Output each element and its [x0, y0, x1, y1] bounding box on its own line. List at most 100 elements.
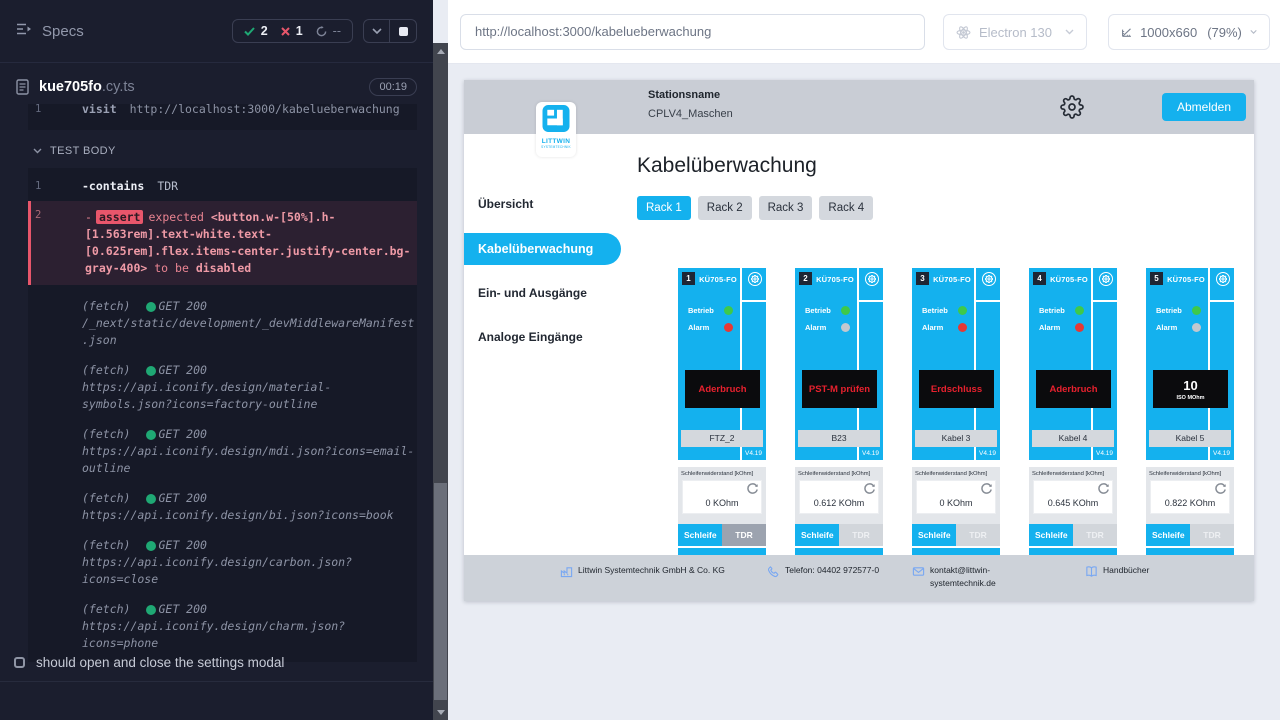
schleife-button[interactable]: Schleife — [795, 524, 839, 546]
schleife-button[interactable]: Schleife — [1029, 524, 1073, 546]
footer-item-phone: Telefon: 04402 972577-0 — [767, 564, 891, 582]
specs-toggle-icon[interactable] — [16, 22, 32, 41]
tdr-button[interactable]: TDR — [1073, 524, 1117, 546]
tdr-button[interactable]: TDR — [1190, 524, 1234, 546]
betrieb-led — [841, 306, 850, 315]
cable-label: Kabel 4 — [1032, 430, 1114, 447]
sidebar-item-2[interactable]: Kabelüberwachung — [464, 233, 621, 265]
app-main: Kabelüberwachung Rack 1Rack 2Rack 3Rack … — [618, 134, 1254, 601]
device-panel: 4 KÜ705-FO Betrieb Alarm Aderbruch Kabel… — [1029, 268, 1117, 460]
firmware-version: V4.19 — [1096, 450, 1113, 457]
scroll-down-arrow-icon[interactable] — [433, 706, 448, 718]
fetch-log-row[interactable]: (fetch) GET 200 https://api.iconify.desi… — [28, 601, 417, 652]
tab-rack-3[interactable]: Rack 3 — [759, 196, 813, 220]
betrieb-led — [958, 306, 967, 315]
pending-count: -- — [316, 24, 341, 38]
fetch-log-row[interactable]: (fetch) GET 200 /_next/static/developmen… — [28, 298, 417, 349]
card-number: 4 — [1033, 272, 1046, 285]
aut-iframe: Stationsname CPLV4_Maschen Abmelden LITT… — [464, 80, 1254, 601]
sidebar-item-3[interactable]: Ein- und Ausgänge — [478, 286, 587, 300]
refresh-icon[interactable] — [1097, 483, 1110, 496]
card-gear-icon[interactable] — [982, 272, 996, 286]
cable-label: Kabel 5 — [1149, 430, 1231, 447]
divider — [976, 300, 1000, 302]
card-model: KÜ705-FO — [1165, 275, 1207, 284]
card-model: KÜ705-FO — [814, 275, 856, 284]
cable-label: Kabel 3 — [915, 430, 997, 447]
card-gear-icon[interactable] — [1216, 272, 1230, 286]
spec-file-row[interactable]: kue705fo.cy.ts 00:19 — [16, 78, 417, 96]
logout-button[interactable]: Abmelden — [1162, 93, 1246, 121]
reporter-scrollbar[interactable] — [433, 43, 448, 720]
footer-text: Telefon: 04402 972577-0 — [785, 564, 879, 582]
mode-buttons: Schleife TDR — [795, 524, 883, 546]
card-gear-icon[interactable] — [1099, 272, 1113, 286]
assert-message: -assertexpected <button.w-[50%].h-[1.563… — [85, 209, 417, 277]
fetch-log-row[interactable]: (fetch) GET 200 https://api.iconify.desi… — [28, 426, 417, 477]
alarm-led — [958, 323, 967, 332]
footer-text: Handbücher — [1103, 564, 1149, 582]
sidebar-item-1[interactable]: Übersicht — [478, 197, 533, 211]
tab-rack-4[interactable]: Rack 4 — [819, 196, 873, 220]
footer-item-book[interactable]: Handbücher — [1085, 564, 1149, 582]
betrieb-led — [1192, 306, 1201, 315]
device-card: 3 KÜ705-FO Betrieb Alarm Erdschluss Kabe… — [912, 268, 1000, 558]
divider — [1210, 300, 1234, 302]
tdr-button[interactable]: TDR — [839, 524, 883, 546]
tab-rack-1[interactable]: Rack 1 — [637, 196, 691, 220]
chevron-down-icon — [1250, 29, 1257, 35]
measurement-value: 0.822 KOhm — [1151, 498, 1229, 508]
browser-selector[interactable]: Electron 130 — [943, 14, 1087, 50]
alarm-led — [1075, 323, 1084, 332]
alarm-led — [1192, 323, 1201, 332]
card-model: KÜ705-FO — [1048, 275, 1090, 284]
fetch-log-row[interactable]: (fetch) GET 200 https://api.iconify.desi… — [28, 362, 417, 413]
failed-assert-row[interactable]: 2 -assertexpected <button.w-[50%].h-[1.5… — [28, 201, 417, 285]
address-bar[interactable]: http://localhost:3000/kabelueberwachung — [460, 14, 925, 50]
tdr-button[interactable]: TDR — [956, 524, 1000, 546]
specs-label[interactable]: Specs — [42, 23, 84, 40]
test-body-section-header[interactable]: TEST BODY — [33, 142, 417, 160]
sidebar-item-4[interactable]: Analoge Eingänge — [478, 330, 583, 344]
app-body: Übersicht Kabelüberwachung Ein- und Ausgän… — [464, 134, 1254, 601]
mode-buttons: Schleife TDR — [912, 524, 1000, 546]
alarm-led-row: Alarm — [1156, 323, 1201, 332]
tab-rack-2[interactable]: Rack 2 — [698, 196, 752, 220]
schleife-button[interactable]: Schleife — [912, 524, 956, 546]
refresh-icon[interactable] — [863, 483, 876, 496]
card-gear-icon[interactable] — [865, 272, 879, 286]
status-ok-dot — [146, 302, 156, 312]
mode-buttons: Schleife TDR — [1029, 524, 1117, 546]
queued-test-row[interactable]: should open and close the settings modal — [14, 655, 421, 670]
stop-button[interactable] — [390, 20, 416, 42]
collapse-runs-button[interactable] — [364, 20, 390, 42]
alarm-led — [724, 323, 733, 332]
refresh-icon[interactable] — [980, 483, 993, 496]
refresh-icon[interactable] — [1214, 483, 1227, 496]
fetch-log-row[interactable]: (fetch) GET 200 https://api.iconify.desi… — [28, 490, 417, 524]
scrollbar-thumb[interactable] — [434, 483, 447, 700]
aut-stage: Stationsname CPLV4_Maschen Abmelden LITT… — [448, 64, 1280, 720]
footer-item-email[interactable]: kontakt@littwin-systemtechnik.de — [912, 564, 1025, 590]
schleife-button[interactable]: Schleife — [678, 524, 722, 546]
measurement-label: Schleifenwiderstand [kOhm] — [1029, 471, 1117, 477]
firmware-version: V4.19 — [745, 450, 762, 457]
measurement-value: 0 KOhm — [917, 498, 995, 508]
fetch-log-row[interactable]: (fetch) GET 200 https://api.iconify.desi… — [28, 537, 417, 588]
contains-command-row[interactable]: 1 -containsTDR — [28, 174, 417, 199]
factory-icon — [560, 564, 573, 582]
tdr-button[interactable]: TDR — [722, 524, 766, 546]
settings-gear-icon[interactable] — [1060, 95, 1084, 119]
assert-chip: assert — [96, 210, 144, 224]
fetch-url: https://api.iconify.design/material-symb… — [82, 379, 415, 413]
schleife-button[interactable]: Schleife — [1146, 524, 1190, 546]
card-gear-icon[interactable] — [748, 272, 762, 286]
device-card: 5 KÜ705-FO Betrieb Alarm 10 ISO MOhm Kab… — [1146, 268, 1234, 558]
scroll-up-arrow-icon[interactable] — [433, 45, 448, 57]
refresh-icon[interactable] — [746, 483, 759, 496]
stop-icon — [399, 27, 408, 36]
reporter-header: Specs 2 1 -- — [0, 0, 433, 63]
visit-command-row[interactable]: 1 visithttp://localhost:3000/kabelueberw… — [28, 104, 417, 122]
viewport-selector[interactable]: 1000x660 (79%) — [1108, 14, 1270, 50]
measurement-panel: Schleifenwiderstand [kOhm] 0 KOhm Schlei… — [912, 467, 1000, 546]
